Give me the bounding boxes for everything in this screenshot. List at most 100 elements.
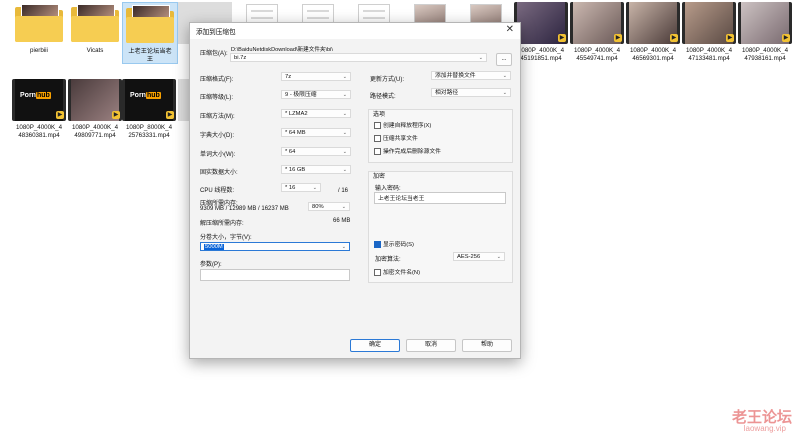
setting-label: 固实数据大小: [200, 170, 238, 176]
checkbox-icon [374, 268, 381, 276]
play-icon: ▶ [558, 34, 566, 42]
file-item[interactable]: ▶ 1080P_4000K_4 49809771.mp4 [68, 79, 122, 139]
chevron-down-icon: ⌄ [478, 55, 483, 61]
options-title: 选项 [373, 112, 386, 118]
folder-icon [68, 2, 122, 44]
encrypt-names-label: 加密文件名(N) [383, 270, 421, 276]
file-item[interactable]: Pornhub ▶ 1080P_8000K_4 25763331.mp4 [122, 79, 176, 139]
file-item[interactable]: Pornhub ▶ 1080P_4000K_4 48360381.mp4 [12, 79, 66, 139]
folder-item[interactable]: 上老王论坛当老 王 [122, 2, 178, 65]
chevron-down-icon: ⌄ [342, 167, 347, 173]
decomp-label: 解压缩所需内存: [200, 221, 244, 227]
split-label: 分卷大小，字节(V): [200, 235, 252, 241]
setting-value: 7z [285, 74, 292, 80]
play-icon: ▶ [670, 34, 678, 42]
play-icon: ▶ [782, 34, 790, 42]
dialog-titlebar: 添加到压缩包 ✕ [190, 23, 520, 39]
setting-combo[interactable]: 9 - 极限压缩 ⌄ [281, 90, 351, 99]
cancel-button[interactable]: 取消 [406, 339, 456, 352]
chevron-down-icon: ⌄ [342, 111, 347, 117]
mem-percent-combo[interactable]: 80% ⌄ [308, 202, 350, 211]
setting-value: * 16 [285, 185, 296, 191]
chevron-down-icon: ⌄ [312, 185, 317, 191]
option-delete-checkbox[interactable]: 操作完成后删除源文件 [374, 146, 441, 155]
dialog-title: 添加到压缩包 [196, 29, 236, 36]
chevron-down-icon: ⌄ [496, 254, 501, 260]
close-icon[interactable]: ✕ [506, 24, 514, 35]
setting-label: 压缩等级(L): [200, 95, 234, 101]
option-shared-checkbox[interactable]: 压缩共享文件 [374, 133, 418, 142]
play-icon: ▶ [56, 111, 64, 119]
folder-icon [123, 3, 177, 45]
setting-label: 压缩格式(F): [200, 77, 234, 83]
setting-combo[interactable]: 7z ⌄ [281, 72, 351, 81]
pathmode-combo[interactable]: 相对路径 ⌄ [431, 88, 511, 97]
file-item[interactable]: ▶ 1080P_4000K_4 46569301.mp4 [626, 2, 680, 62]
chevron-down-icon: ⌄ [341, 204, 346, 210]
file-item[interactable]: ▶ 1080P_4000K_4 45549741.mp4 [570, 2, 624, 62]
update-value: 添加并替换文件 [435, 73, 476, 79]
file-item[interactable]: ▶ 1080P_4000K_4 45191851.mp4 [514, 2, 568, 62]
checkbox-checked-icon [374, 240, 381, 248]
params-label: 参数(P): [200, 262, 222, 268]
watermark-url: laowang.vip [743, 424, 786, 433]
split-size-combo[interactable]: 5000M ⌄ [200, 242, 350, 251]
setting-combo[interactable]: * LZMA2 ⌄ [281, 109, 351, 118]
split-size-value: 5000M [204, 244, 224, 250]
file-name: 1080P_4000K_4 45549741.mp4 [573, 47, 621, 62]
file-item[interactable]: ▶ 1080P_4000K_4 47133481.mp4 [682, 2, 736, 62]
enc-method-combo[interactable]: AES-256 ⌄ [453, 252, 505, 261]
setting-value: * 64 MB [285, 130, 306, 136]
play-icon: ▶ [726, 34, 734, 42]
file-thumbnail: ▶ [514, 2, 568, 44]
chevron-down-icon: ⌄ [342, 149, 347, 155]
file-name: 1080P_4000K_4 49809771.mp4 [71, 124, 119, 139]
setting-combo[interactable]: * 16 ⌄ [281, 183, 321, 192]
setting-value: * 64 [285, 149, 296, 155]
file-name: 上老王论坛当老 王 [128, 48, 172, 63]
chevron-down-icon: ⌄ [342, 130, 347, 136]
add-to-archive-dialog: 添加到压缩包 ✕ 压缩包(A): D:\BaiduNetdiskDownload… [189, 22, 521, 359]
setting-combo[interactable]: * 16 GB ⌄ [281, 165, 351, 174]
show-password-checkbox[interactable]: 显示密码(S) [374, 239, 414, 248]
browse-button[interactable]: ... [496, 53, 512, 66]
option-shared-label: 压缩共享文件 [383, 136, 418, 142]
checkbox-icon [374, 121, 381, 129]
folder-item[interactable]: pierbiii [12, 2, 66, 55]
video-logo-text: Pornhub [20, 92, 51, 99]
setting-combo[interactable]: * 64 MB ⌄ [281, 128, 351, 137]
params-input[interactable] [200, 269, 350, 281]
file-name: 1080P_4000K_4 45191851.mp4 [517, 47, 565, 62]
file-name: 1080P_4000K_4 48360381.mp4 [15, 124, 63, 139]
setting-value: * 16 GB [285, 167, 306, 173]
file-item[interactable]: ▶ 1080P_4000K_4 47938161.mp4 [738, 2, 792, 62]
setting-label: 字典大小(D): [200, 133, 234, 139]
encrypt-names-checkbox[interactable]: 加密文件名(N) [374, 267, 420, 276]
file-name: 1080P_8000K_4 25763331.mp4 [125, 124, 173, 139]
password-label: 输入密码: [375, 186, 401, 192]
chevron-down-icon: ⌄ [502, 90, 507, 96]
archive-name-combo[interactable]: bi.7z ⌄ [230, 53, 487, 62]
video-logo-text: Pornhub [130, 92, 161, 99]
mem-percent-value: 80% [312, 204, 324, 210]
chevron-down-icon: ⌄ [502, 73, 507, 79]
setting-value: * LZMA2 [285, 111, 308, 117]
file-thumbnail: ▶ [68, 79, 122, 121]
option-sfx-label: 创建自释放程序(X) [383, 123, 432, 129]
setting-label: CPU 线程数: [200, 188, 235, 194]
option-delete-label: 操作完成后删除源文件 [383, 149, 441, 155]
update-combo[interactable]: 添加并替换文件 ⌄ [431, 71, 511, 80]
chevron-down-icon: ⌄ [342, 74, 347, 80]
setting-label: 单词大小(W): [200, 152, 236, 158]
option-sfx-checkbox[interactable]: 创建自释放程序(X) [374, 120, 431, 129]
help-button[interactable]: 帮助 [462, 339, 512, 352]
setting-combo[interactable]: * 64 ⌄ [281, 147, 351, 156]
file-thumbnail: Pornhub ▶ [12, 79, 66, 121]
password-input[interactable]: 上老王论坛当老王 [374, 192, 506, 204]
ok-button[interactable]: 确定 [350, 339, 400, 352]
decomp-value: 66 MB [333, 218, 351, 224]
file-thumbnail: ▶ [570, 2, 624, 44]
file-thumbnail: Pornhub ▶ [122, 79, 176, 121]
folder-item[interactable]: Vicats [68, 2, 122, 55]
chevron-down-icon: ⌄ [341, 244, 346, 250]
